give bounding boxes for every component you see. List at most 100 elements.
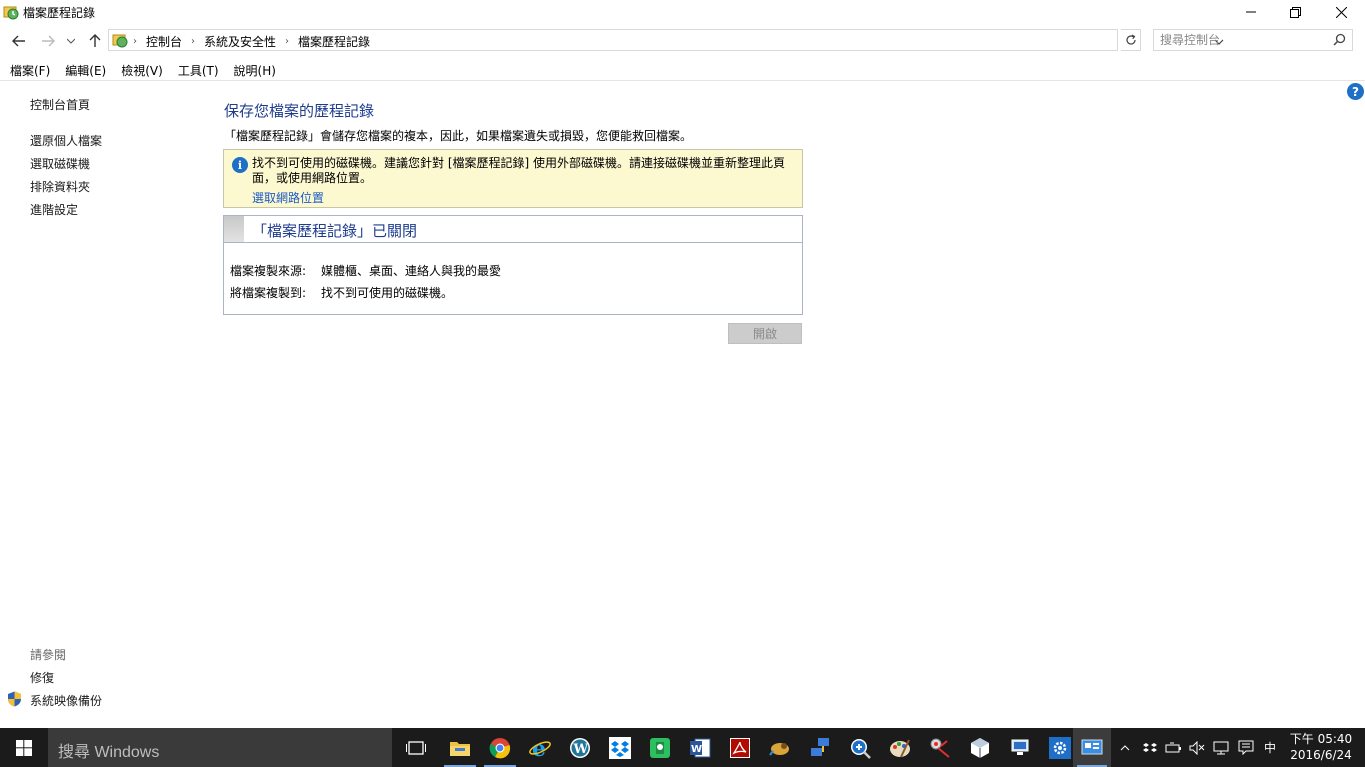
dropbox-icon[interactable]: [600, 728, 640, 767]
page-title: 保存您檔案的歷程記錄: [224, 102, 375, 120]
arrow-left-icon: [12, 35, 25, 47]
acrobat-icon[interactable]: [720, 728, 760, 767]
wordpress-icon[interactable]: W: [560, 728, 600, 767]
arrow-up-icon: [89, 34, 101, 47]
evernote-icon[interactable]: [640, 728, 680, 767]
control-panel-home-link[interactable]: 控制台首頁: [30, 96, 90, 113]
clock[interactable]: 下午 05:40 2016/6/24: [1283, 731, 1359, 763]
volume-muted-icon[interactable]: [1187, 728, 1207, 767]
uac-shield-icon: [8, 691, 21, 707]
chevron-right-icon[interactable]: ›: [191, 36, 195, 47]
taskbar-search[interactable]: 搜尋 Windows: [48, 728, 392, 767]
info-icon: i: [232, 157, 248, 173]
chevron-right-icon[interactable]: ›: [133, 36, 137, 47]
menu-help[interactable]: 說明(H): [228, 59, 282, 80]
help-icon[interactable]: ?: [1347, 83, 1364, 100]
breadcrumb-control-panel[interactable]: 控制台: [146, 33, 182, 50]
search-icon[interactable]: [1333, 33, 1346, 46]
refresh-icon: [1125, 34, 1136, 45]
breadcrumb-file-history[interactable]: 檔案歷程記錄: [298, 33, 370, 50]
menu-bar: 檔案(F) 編輯(E) 檢視(V) 工具(T) 說明(H): [0, 59, 1365, 81]
remote-desktop-icon[interactable]: [1000, 728, 1040, 767]
clock-time: 下午 05:40: [1289, 732, 1353, 746]
copy-source-value: 媒體櫃、桌面、連絡人與我的最愛: [321, 264, 502, 278]
taskbar: 搜尋 Windows e W W 中 下午 05:40 2016/6/24: [0, 728, 1365, 767]
start-button[interactable]: [0, 728, 48, 767]
window-title: 檔案歷程記錄: [23, 6, 96, 20]
breadcrumb-system-security[interactable]: 系統及安全性: [204, 33, 276, 50]
close-button[interactable]: [1318, 0, 1364, 24]
status-panel: 「檔案歷程記錄」已關閉 檔案複製來源: 媒體櫃、桌面、連絡人與我的最愛 將檔案複製…: [223, 215, 803, 315]
dropbox-tray-icon[interactable]: [1140, 728, 1160, 767]
minimize-button[interactable]: [1228, 0, 1274, 24]
menu-view[interactable]: 檢視(V): [115, 59, 169, 80]
turn-on-button[interactable]: 開啟: [728, 323, 802, 344]
recovery-link[interactable]: 修復: [30, 669, 54, 686]
taskbar-search-placeholder: 搜尋 Windows: [58, 744, 160, 761]
select-network-location-link[interactable]: 選取網路位置: [252, 189, 324, 206]
copy-target-value: 找不到可使用的磁碟機。: [321, 286, 454, 300]
search-box[interactable]: [1153, 29, 1353, 51]
arrow-right-icon: [42, 35, 55, 47]
page-description: 「檔案歷程記錄」會儲存您檔案的複本，因此，如果檔案遺失或損毀，您便能救回檔案。: [224, 129, 693, 143]
virtualbox-icon[interactable]: [960, 728, 1000, 767]
up-button[interactable]: [84, 30, 106, 52]
show-hidden-icons-chevron-icon[interactable]: [1116, 728, 1134, 767]
svg-text:e: e: [532, 737, 546, 759]
copy-source-row: 檔案複製來源: 媒體櫃、桌面、連絡人與我的最愛: [230, 262, 501, 279]
system-image-backup-link[interactable]: 系統映像備份: [30, 692, 102, 709]
navigation-bar: › 控制台 › 系統及安全性 › 檔案歷程記錄: [0, 27, 1365, 55]
forward-button[interactable]: [37, 30, 59, 52]
internet-explorer-icon[interactable]: e: [520, 728, 560, 767]
breadcrumb: › 控制台 › 系統及安全性 › 檔案歷程記錄: [133, 33, 370, 50]
file-explorer-icon[interactable]: [440, 728, 480, 767]
svg-text:W: W: [573, 742, 589, 757]
chrome-icon[interactable]: [480, 728, 520, 767]
back-button[interactable]: [8, 30, 30, 52]
menu-file[interactable]: 檔案(F): [4, 59, 56, 80]
paint-icon[interactable]: [880, 728, 920, 767]
search-input[interactable]: [1160, 32, 1330, 48]
info-banner: i 找不到可使用的磁碟機。建議您針對 [檔案歷程記錄] 使用外部磁碟機。請連接磁…: [223, 149, 803, 208]
advanced-settings-link[interactable]: 進階設定: [30, 201, 78, 218]
status-bar-indicator: [224, 216, 244, 242]
menu-edit[interactable]: 編輯(E): [59, 59, 112, 80]
chevron-right-icon[interactable]: ›: [285, 36, 289, 47]
control-panel-icon: [112, 34, 128, 48]
restore-icon: [1289, 6, 1301, 18]
bird-app-icon[interactable]: [760, 728, 800, 767]
file-history-icon: [3, 6, 19, 20]
snipping-tool-icon[interactable]: [920, 728, 960, 767]
refresh-button[interactable]: [1121, 29, 1141, 51]
magnifier-icon[interactable]: [840, 728, 880, 767]
network-app-icon[interactable]: [800, 728, 840, 767]
address-bar[interactable]: › 控制台 › 系統及安全性 › 檔案歷程記錄: [108, 29, 1224, 51]
windows-logo-icon: [16, 739, 32, 756]
clock-date: 2016/6/24: [1290, 748, 1352, 762]
restore-personal-files-link[interactable]: 還原個人檔案: [30, 132, 102, 149]
word-icon[interactable]: W: [680, 728, 720, 767]
network-icon[interactable]: [1210, 728, 1232, 767]
copy-source-label: 檔案複製來源:: [230, 264, 307, 278]
menu-tools[interactable]: 工具(T): [172, 59, 225, 80]
title-bar: 檔案歷程記錄: [0, 0, 1365, 24]
exclude-folders-link[interactable]: 排除資料夾: [30, 178, 90, 195]
battery-icon[interactable]: [1163, 728, 1185, 767]
task-view-icon[interactable]: [396, 728, 436, 767]
copy-target-row: 將檔案複製到: 找不到可使用的磁碟機。: [230, 284, 453, 301]
minimize-icon: [1246, 11, 1256, 13]
info-message: 找不到可使用的磁碟機。建議您針對 [檔案歷程記錄] 使用外部磁碟機。請連接磁碟機…: [252, 156, 785, 185]
recent-locations-button[interactable]: [62, 30, 80, 52]
chevron-down-icon: [67, 38, 75, 44]
restore-button[interactable]: [1272, 0, 1318, 24]
status-heading: 「檔案歷程記錄」已關閉: [252, 222, 418, 240]
control-panel-taskbar-icon[interactable]: [1073, 728, 1111, 767]
select-drive-link[interactable]: 選取磁碟機: [30, 155, 90, 172]
see-also-heading: 請參閱: [30, 648, 67, 662]
action-center-icon[interactable]: [1235, 728, 1257, 767]
input-method-indicator[interactable]: 中: [1260, 728, 1280, 767]
status-header: 「檔案歷程記錄」已關閉: [224, 216, 802, 243]
svg-text:W: W: [691, 744, 702, 755]
close-icon: [1335, 6, 1347, 18]
left-navigation-pane: 控制台首頁 還原個人檔案 選取磁碟機 排除資料夾 進階設定 請參閱 修復 系統映…: [0, 82, 205, 727]
